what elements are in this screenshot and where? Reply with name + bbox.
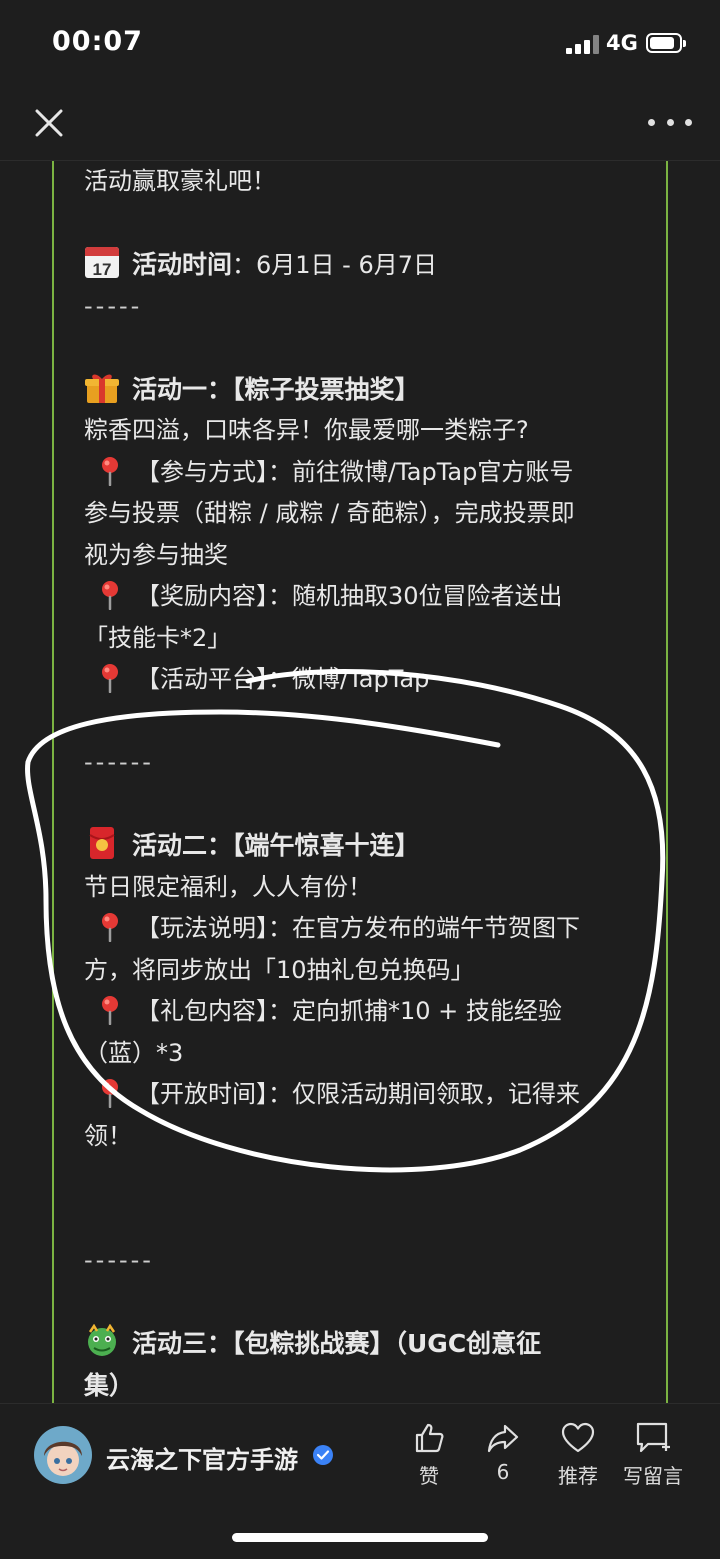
recommend-button[interactable]: 推荐 [541, 1420, 615, 1489]
line-text: （蓝）*3 [84, 1038, 184, 1067]
post-text-line: ------ [84, 1240, 644, 1282]
post-section-heading: 集） [84, 1365, 644, 1404]
line-text: ：6月1日 - 6月7日 [232, 251, 438, 279]
line-text: ----- [84, 291, 143, 320]
share-icon [487, 1424, 519, 1453]
account-name[interactable]: 云海之下官方手游 [106, 1440, 298, 1475]
line-text: 方，将同步放出「10抽礼包兑换码」 [84, 955, 475, 984]
heading-text: 活动三：【包粽挑战赛】（UGC创意征 [132, 1329, 542, 1358]
more-icon [648, 118, 655, 126]
top-nav-bar [0, 88, 720, 161]
post-text-line: 方，将同步放出「10抽礼包兑换码」 [84, 950, 644, 992]
post-text-line [84, 327, 644, 369]
line-text: 【参与方式】：前往微博/TapTap官方账号 [136, 457, 574, 486]
post-bullet-line: 【玩法说明】：在官方发布的端午节贺图下 [84, 908, 644, 950]
close-button[interactable] [28, 102, 70, 144]
post-section-heading: 活动三：【包粽挑战赛】（UGC创意征 [84, 1323, 644, 1365]
post-content: 活动赢取豪礼吧！ 17 活动时间：6月1日 - 6月7日 ----- 活动一：【粽子投票… [84, 161, 644, 1403]
thumbs-up-icon [415, 1423, 444, 1453]
post-bullet-line: 【活动平台】：微博/TapTap [84, 659, 644, 701]
post-text-line [84, 1157, 644, 1199]
post-text-line: 参与投票（甜粽 / 咸粽 / 奇葩粽），完成投票即 [84, 493, 644, 535]
post-text-line: ------ [84, 742, 644, 784]
post-bullet-line: 【参与方式】：前往微博/TapTap官方账号 [84, 452, 644, 494]
comment-icon [636, 1422, 670, 1453]
heading-text: 活动一：【粽子投票抽奖】 [132, 374, 420, 404]
line-text: ------ [84, 748, 154, 776]
post-text-line: 节日限定福利，人人有份！ [84, 867, 644, 909]
red-envelope-icon [89, 827, 115, 859]
pin-icon [102, 996, 118, 1025]
post-text-line: 活动赢取豪礼吧！ [84, 161, 644, 203]
line-text: 【玩法说明】：在官方发布的端午节贺图下 [136, 914, 580, 942]
heading-text: 活动二：【端午惊喜十连】 [132, 831, 420, 860]
svg-text:17: 17 [93, 260, 112, 279]
post-text-line [84, 203, 644, 245]
line-text: 【礼包内容】：定向抓捕*10 + 技能经验 [136, 997, 562, 1025]
battery-level [650, 37, 674, 49]
line-text: 【奖励内容】：随机抽取30位冒险者送出 [136, 582, 563, 610]
like-button[interactable]: 赞 [392, 1420, 466, 1489]
post-text-line: （蓝）*3 [84, 1033, 644, 1075]
heading-text: 集） [84, 1370, 135, 1400]
post-text-line: 「技能卡*2」 [84, 618, 644, 660]
recommend-label: 推荐 [558, 1464, 598, 1488]
share-button[interactable]: 6 [466, 1420, 540, 1484]
line-text: 参与投票（甜粽 / 咸粽 / 奇葩粽），完成投票即 [84, 499, 575, 527]
pin-icon [102, 456, 118, 486]
account-avatar[interactable] [34, 1426, 92, 1484]
line-text: 【活动平台】：微博/TapTap [136, 665, 430, 693]
post-text-line: 视为参与抽奖 [84, 535, 644, 577]
battery-icon [646, 33, 686, 53]
post-bullet-line: 【奖励内容】：随机抽取30位冒险者送出 [84, 576, 644, 618]
dragon-icon [88, 1324, 116, 1356]
verified-badge-icon [313, 1445, 333, 1465]
pin-icon [102, 664, 118, 693]
calendar-icon: 17 [85, 247, 119, 279]
like-label: 赞 [419, 1464, 439, 1488]
post-text-line [84, 1282, 644, 1324]
write-comment-button[interactable]: 写留言 [616, 1420, 690, 1489]
post-text-line [84, 784, 644, 826]
heart-icon [561, 1422, 595, 1453]
post-bullet-line: 【开放时间】：仅限活动期间领取，记得来 [84, 1074, 644, 1116]
status-bar: 00:07 4G [0, 0, 720, 88]
post-section-heading: 活动二：【端午惊喜十连】 [84, 825, 644, 867]
pin-icon [102, 581, 118, 610]
post-content-frame: 活动赢取豪礼吧！ 17 活动时间：6月1日 - 6月7日 ----- 活动一：【粽子投票… [52, 161, 668, 1403]
line-text: 视为参与抽奖 [84, 540, 228, 569]
status-time: 00:07 [52, 26, 143, 57]
pin-icon [102, 913, 118, 942]
heading-text: 活动时间 [132, 250, 233, 279]
post-text-line: 粽香四溢，口味各异！你最爱哪一类粽子? [84, 410, 644, 452]
post-section-heading: 17 活动时间：6月1日 - 6月7日 [84, 244, 644, 286]
post-section-heading: 活动一：【粽子投票抽奖】 [84, 369, 644, 411]
home-indicator[interactable] [232, 1533, 488, 1542]
post-bullet-line: 【礼包内容】：定向抓捕*10 + 技能经验 [84, 991, 644, 1033]
close-icon [35, 109, 63, 137]
line-text: 「技能卡*2」 [84, 623, 232, 652]
write-comment-label: 写留言 [623, 1464, 683, 1488]
post-text-line [84, 1199, 644, 1241]
cellular-signal-icon [566, 34, 600, 54]
pin-icon [102, 1079, 118, 1108]
line-text: 粽香四溢，口味各异！你最爱哪一类粽子? [84, 416, 529, 444]
post-text-line: ----- [84, 286, 644, 328]
network-type: 4G [606, 31, 638, 55]
line-text: 领！ [84, 1121, 132, 1150]
post-text-line [84, 701, 644, 743]
line-text: 节日限定福利，人人有份！ [84, 872, 372, 901]
post-text-line: 领！ [84, 1116, 644, 1158]
line-text: ------ [84, 1246, 154, 1274]
line-text: 【开放时间】：仅限活动期间领取，记得来 [136, 1080, 580, 1108]
more-options-button[interactable] [648, 106, 692, 138]
share-count: 6 [496, 1460, 510, 1484]
gift-icon [85, 373, 119, 403]
line-text: 活动赢取豪礼吧！ [84, 167, 276, 195]
